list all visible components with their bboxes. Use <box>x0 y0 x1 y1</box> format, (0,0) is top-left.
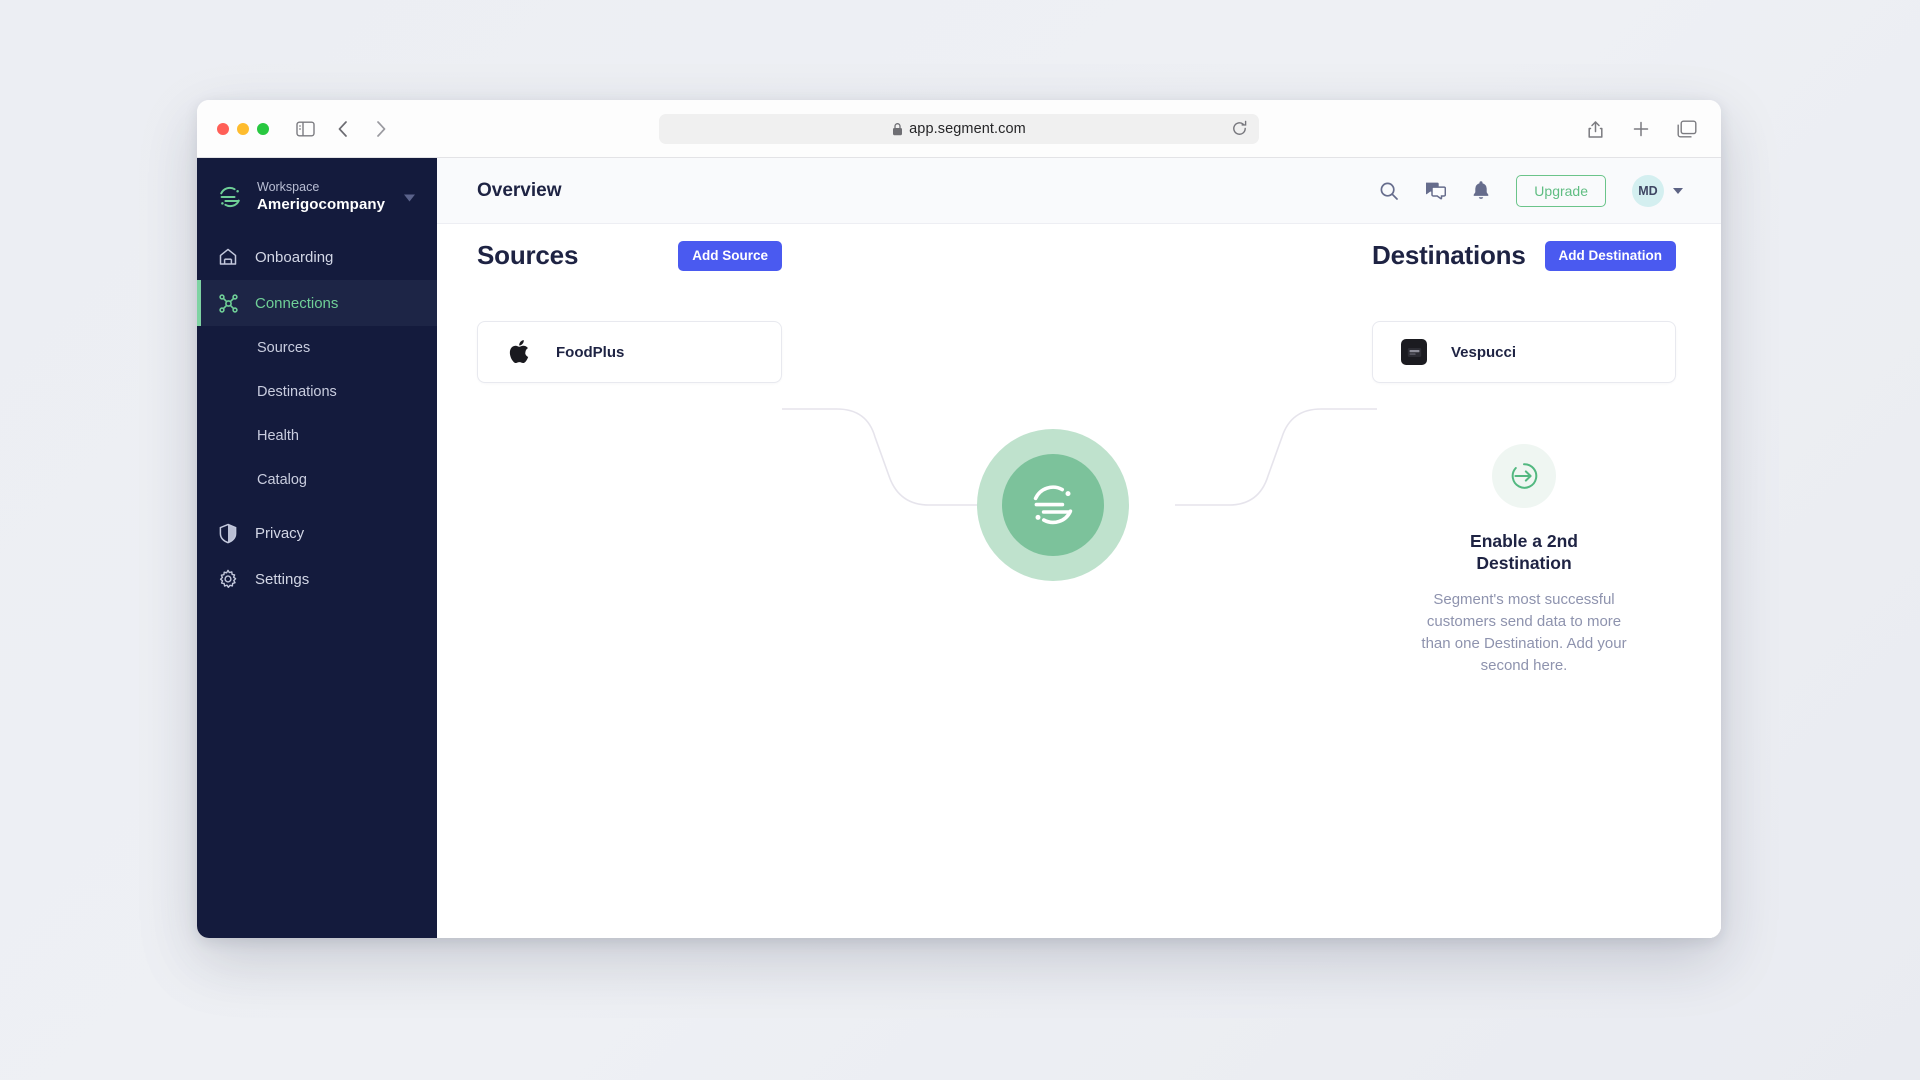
sidebar-item-label: Onboarding <box>255 248 334 266</box>
sidebar-subitem-health[interactable]: Health <box>197 414 437 458</box>
destinations-title: Destinations <box>1372 240 1526 270</box>
workspace-name: Amerigocompany <box>257 195 386 213</box>
url-input[interactable]: app.segment.com <box>659 113 1259 144</box>
maximize-window-button[interactable] <box>257 122 269 135</box>
shield-icon <box>217 522 239 544</box>
segment-logo-icon <box>1027 479 1079 531</box>
lock-icon <box>892 122 903 136</box>
workspace-switcher[interactable]: Workspace Amerigocompany <box>197 162 437 234</box>
page-title: Overview <box>477 179 562 201</box>
sidebar-subitem-destinations[interactable]: Destinations <box>197 370 437 414</box>
desktop-background: app.segment.com Workspace Amerigocompany… <box>0 0 1920 1080</box>
source-name: FoodPlus <box>556 343 625 361</box>
enter-arrow-icon <box>1492 444 1556 508</box>
share-icon[interactable] <box>1581 115 1609 143</box>
forward-chevron-icon[interactable] <box>367 115 395 143</box>
reload-icon[interactable] <box>1229 119 1249 139</box>
destinations-header: Destinations Add Destination <box>1372 240 1676 271</box>
sidebar-item-onboarding[interactable]: Onboarding <box>197 234 437 280</box>
workspace-label: Workspace <box>257 180 320 194</box>
sidebar-subitem-label: Catalog <box>257 472 307 489</box>
sidebar-item-settings[interactable]: Settings <box>197 556 437 602</box>
promo-body: Segment's most successful customers send… <box>1421 590 1627 675</box>
main-area: Overview Upgrade MD Sources Add Source F… <box>437 158 1721 938</box>
sources-title: Sources <box>477 240 579 270</box>
chevron-down-icon[interactable] <box>1673 187 1683 194</box>
account-menu[interactable]: MD <box>1632 174 1683 207</box>
minimize-window-button[interactable] <box>237 122 249 135</box>
sidebar-item-label: Connections <box>255 294 339 312</box>
app-header: Overview Upgrade MD <box>437 158 1721 224</box>
destination-name: Vespucci <box>1451 343 1517 361</box>
sidebar-toggle-icon[interactable] <box>291 115 319 143</box>
tabs-icon[interactable] <box>1673 115 1701 143</box>
segment-hub <box>977 429 1129 581</box>
app-body: Workspace Amerigocompany Onboarding Conn… <box>197 158 1721 938</box>
plus-icon[interactable] <box>1627 115 1655 143</box>
sources-header: Sources Add Source <box>477 240 782 271</box>
destination-card-vespucci[interactable]: Vespucci <box>1372 321 1676 383</box>
sidebar-item-label: Privacy <box>255 524 305 542</box>
sidebar-subitem-label: Destinations <box>257 384 337 401</box>
chat-icon[interactable] <box>1425 181 1447 200</box>
url-text: app.segment.com <box>909 120 1026 137</box>
upgrade-button[interactable]: Upgrade <box>1516 174 1606 207</box>
promo-title: Enable a 2nd Destination <box>1470 531 1578 574</box>
window-traffic-lights <box>217 122 269 135</box>
hub-outer-ring <box>977 429 1129 581</box>
sidebar-subitem-sources[interactable]: Sources <box>197 326 437 370</box>
hub-inner-circle <box>1002 454 1104 556</box>
vespucci-icon <box>1399 337 1429 367</box>
address-bar-area: app.segment.com <box>197 113 1721 144</box>
sidebar-item-privacy[interactable]: Privacy <box>197 510 437 556</box>
chevron-down-icon[interactable] <box>404 194 415 202</box>
sidebar-subitem-label: Health <box>257 428 299 445</box>
sidebar-subitem-label: Sources <box>257 340 311 357</box>
browser-toolbar: app.segment.com <box>197 100 1721 158</box>
add-source-button[interactable]: Add Source <box>678 240 782 271</box>
gear-icon <box>217 568 239 590</box>
browser-window: app.segment.com Workspace Amerigocompany… <box>197 100 1721 938</box>
app-sidebar: Workspace Amerigocompany Onboarding Conn… <box>197 158 437 938</box>
add-destination-button[interactable]: Add Destination <box>1544 240 1676 271</box>
close-window-button[interactable] <box>217 122 229 135</box>
back-chevron-icon[interactable] <box>329 115 357 143</box>
sidebar-subitem-catalog[interactable]: Catalog <box>197 458 437 502</box>
sidebar-item-label: Settings <box>255 570 310 588</box>
enable-second-destination-promo[interactable]: Enable a 2nd Destination Segment's most … <box>1372 444 1676 678</box>
apple-icon <box>504 337 534 367</box>
avatar: MD <box>1632 174 1664 207</box>
source-card-foodplus[interactable]: FoodPlus <box>477 321 782 383</box>
home-icon <box>217 246 239 268</box>
sidebar-item-connections[interactable]: Connections <box>197 280 437 327</box>
connections-icon <box>217 292 239 314</box>
bell-icon[interactable] <box>1472 180 1490 201</box>
search-icon[interactable] <box>1379 181 1399 201</box>
segment-logo-icon <box>217 184 243 210</box>
connections-overview: Sources Add Source FoodPlus Destinations… <box>437 224 1721 938</box>
